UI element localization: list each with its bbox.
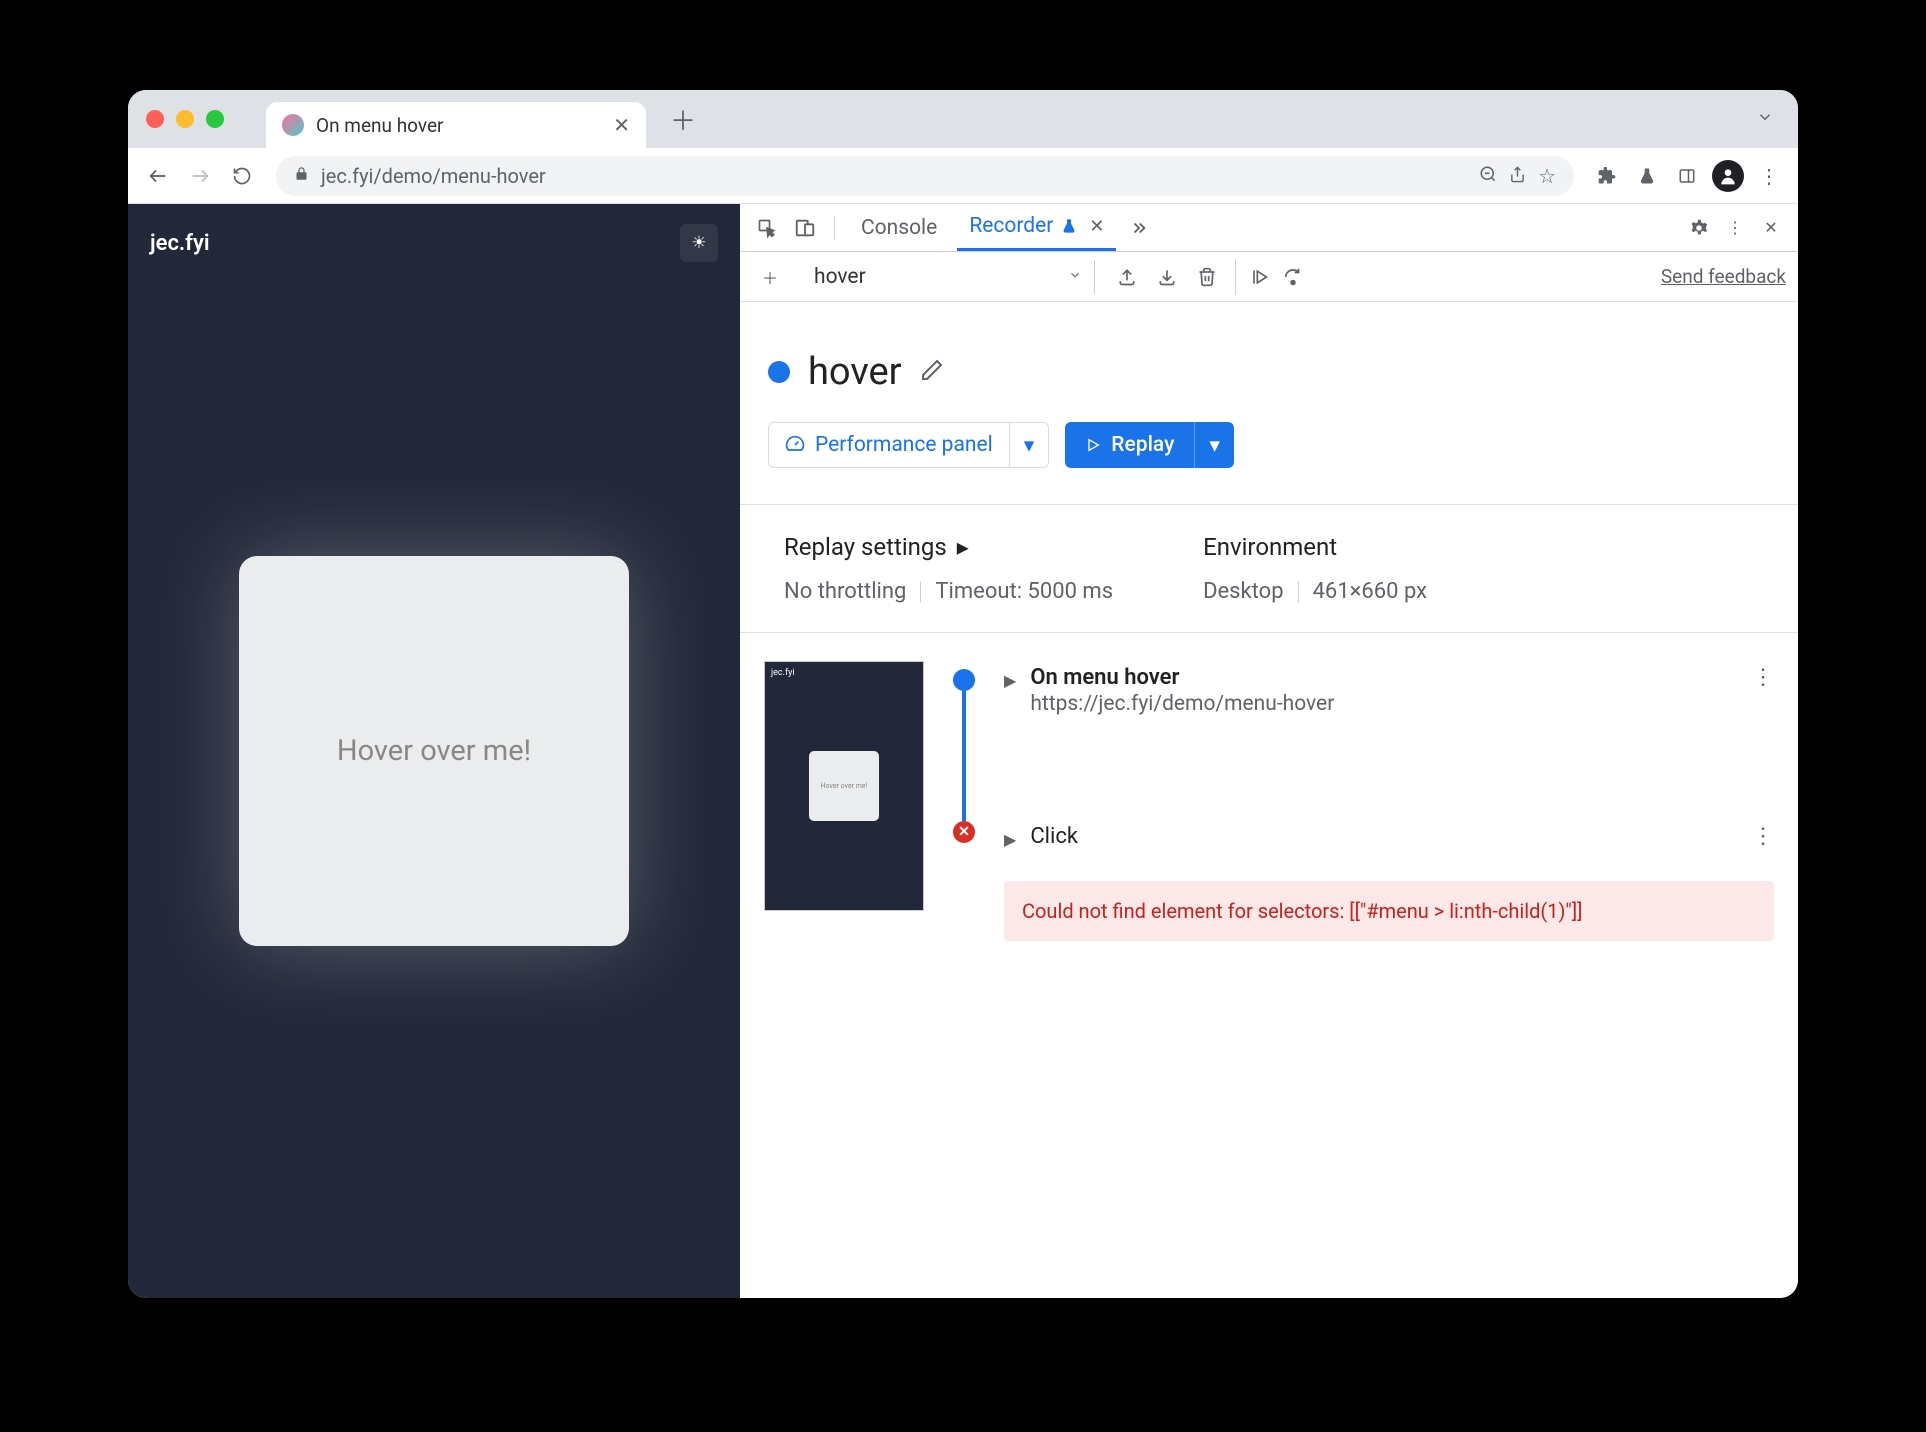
- new-tab-button[interactable]: ＋: [670, 101, 696, 138]
- back-button[interactable]: [142, 160, 174, 192]
- close-tab-icon[interactable]: ✕: [613, 113, 630, 137]
- step-row[interactable]: ▶ Click ⋮: [1004, 820, 1774, 853]
- delete-icon[interactable]: [1189, 259, 1225, 295]
- dropdown-caret-icon[interactable]: ▾: [1010, 433, 1049, 458]
- recorder-toolbar: ＋ hover: [740, 252, 1798, 302]
- device-toggle-icon[interactable]: [790, 213, 820, 243]
- page-viewport: jec.fyi ☀ Hover over me!: [128, 204, 740, 1298]
- chevron-down-icon: [1068, 267, 1082, 286]
- recording-selector[interactable]: hover: [802, 260, 1095, 294]
- recording-name: hover: [808, 350, 902, 394]
- status-dot: [768, 361, 790, 383]
- devtools-tabbar: Console Recorder ✕ ⋮ ✕: [740, 204, 1798, 252]
- favicon: [282, 114, 304, 136]
- close-devtools-icon[interactable]: ✕: [1756, 213, 1786, 243]
- step-thumbnail: jec.fyi Hover over me!: [764, 661, 924, 911]
- hover-card-text: Hover over me!: [337, 734, 531, 768]
- minimize-window-button[interactable]: [176, 110, 194, 128]
- replay-settings-heading[interactable]: Replay settings ▸: [784, 533, 1113, 561]
- browser-toolbar: jec.fyi/demo/menu-hover ☆ ⋮: [128, 148, 1798, 204]
- browser-tab[interactable]: On menu hover ✕: [266, 102, 646, 148]
- more-tabs-icon[interactable]: [1124, 213, 1154, 243]
- recording-name-row: hover: [740, 302, 1798, 422]
- error-badge-icon: ✕: [953, 821, 975, 843]
- step-name: Click: [1030, 824, 1738, 849]
- chevron-right-icon: ▸: [957, 533, 969, 561]
- play-icon: [1085, 437, 1101, 453]
- device-value: Desktop: [1203, 579, 1284, 604]
- tab-console[interactable]: Console: [849, 205, 949, 251]
- performance-panel-button[interactable]: Performance panel ▾: [768, 422, 1049, 468]
- inspect-icon[interactable]: [752, 213, 782, 243]
- forward-button[interactable]: [184, 160, 216, 192]
- gear-icon[interactable]: [1684, 213, 1714, 243]
- viewport-value: 461×660 px: [1313, 579, 1428, 604]
- chevron-right-icon: ▶: [1004, 830, 1016, 849]
- timeout-value: Timeout: 5000 ms: [935, 579, 1113, 604]
- error-message: Could not find element for selectors: [[…: [1004, 881, 1774, 941]
- timeline-dot: [953, 669, 975, 691]
- settings-row: Replay settings ▸ No throttling Timeout:…: [740, 504, 1798, 633]
- new-recording-button[interactable]: ＋: [752, 259, 788, 295]
- address-bar[interactable]: jec.fyi/demo/menu-hover ☆: [276, 156, 1574, 196]
- close-window-button[interactable]: [146, 110, 164, 128]
- edit-icon[interactable]: [920, 358, 944, 386]
- tab-strip: On menu hover ✕ ＋: [128, 90, 1798, 148]
- maximize-window-button[interactable]: [206, 110, 224, 128]
- environment-heading: Environment: [1203, 533, 1427, 561]
- chevron-right-icon: ▶: [1004, 671, 1016, 690]
- dropdown-caret-icon[interactable]: ▾: [1195, 433, 1234, 458]
- kebab-menu-icon[interactable]: ⋮: [1720, 213, 1750, 243]
- continue-icon[interactable]: [1235, 259, 1271, 295]
- sidepanel-icon[interactable]: [1672, 161, 1702, 191]
- close-icon[interactable]: ✕: [1089, 216, 1104, 237]
- step-menu-icon[interactable]: ⋮: [1752, 824, 1774, 849]
- export-icon[interactable]: [1109, 259, 1145, 295]
- timeline: ✕: [950, 661, 978, 941]
- browser-window: On menu hover ✕ ＋ jec.fyi/demo/menu-hove…: [128, 90, 1798, 1298]
- page-site-title: jec.fyi: [150, 231, 210, 256]
- gauge-icon: [785, 435, 805, 455]
- extensions-icon[interactable]: [1592, 161, 1622, 191]
- step-name: On menu hover: [1030, 665, 1738, 690]
- chevron-down-icon[interactable]: [1756, 107, 1774, 131]
- tab-title: On menu hover: [316, 114, 601, 137]
- step-icon[interactable]: [1275, 259, 1311, 295]
- import-icon[interactable]: [1149, 259, 1185, 295]
- throttling-value: No throttling: [784, 579, 906, 604]
- replay-button[interactable]: Replay ▾: [1065, 422, 1234, 468]
- share-icon[interactable]: [1509, 164, 1526, 188]
- reload-button[interactable]: [226, 160, 258, 192]
- devtools-panel: Console Recorder ✕ ⋮ ✕ ＋: [740, 204, 1798, 1298]
- url-text: jec.fyi/demo/menu-hover: [321, 164, 1467, 188]
- send-feedback-link[interactable]: Send feedback: [1661, 265, 1786, 288]
- browser-menu-icon[interactable]: ⋮: [1754, 161, 1784, 191]
- step-url: https://jec.fyi/demo/menu-hover: [1030, 692, 1738, 716]
- bookmark-star-icon[interactable]: ☆: [1538, 164, 1556, 188]
- steps-list: jec.fyi Hover over me! ✕ ▶ On menu hover: [740, 633, 1798, 969]
- flask-icon: [1061, 218, 1077, 234]
- lock-icon: [294, 166, 309, 185]
- window-controls: [146, 110, 224, 128]
- tab-recorder[interactable]: Recorder ✕: [957, 205, 1116, 251]
- theme-toggle-button[interactable]: ☀: [680, 224, 718, 262]
- step-row[interactable]: ▶ On menu hover https://jec.fyi/demo/men…: [1004, 661, 1774, 720]
- hover-card[interactable]: Hover over me!: [239, 556, 629, 946]
- recorder-body: hover Performance panel ▾: [740, 302, 1798, 1298]
- zoom-icon[interactable]: [1479, 164, 1497, 188]
- profile-avatar[interactable]: [1712, 160, 1744, 192]
- labs-icon[interactable]: [1632, 161, 1662, 191]
- step-menu-icon[interactable]: ⋮: [1752, 665, 1774, 690]
